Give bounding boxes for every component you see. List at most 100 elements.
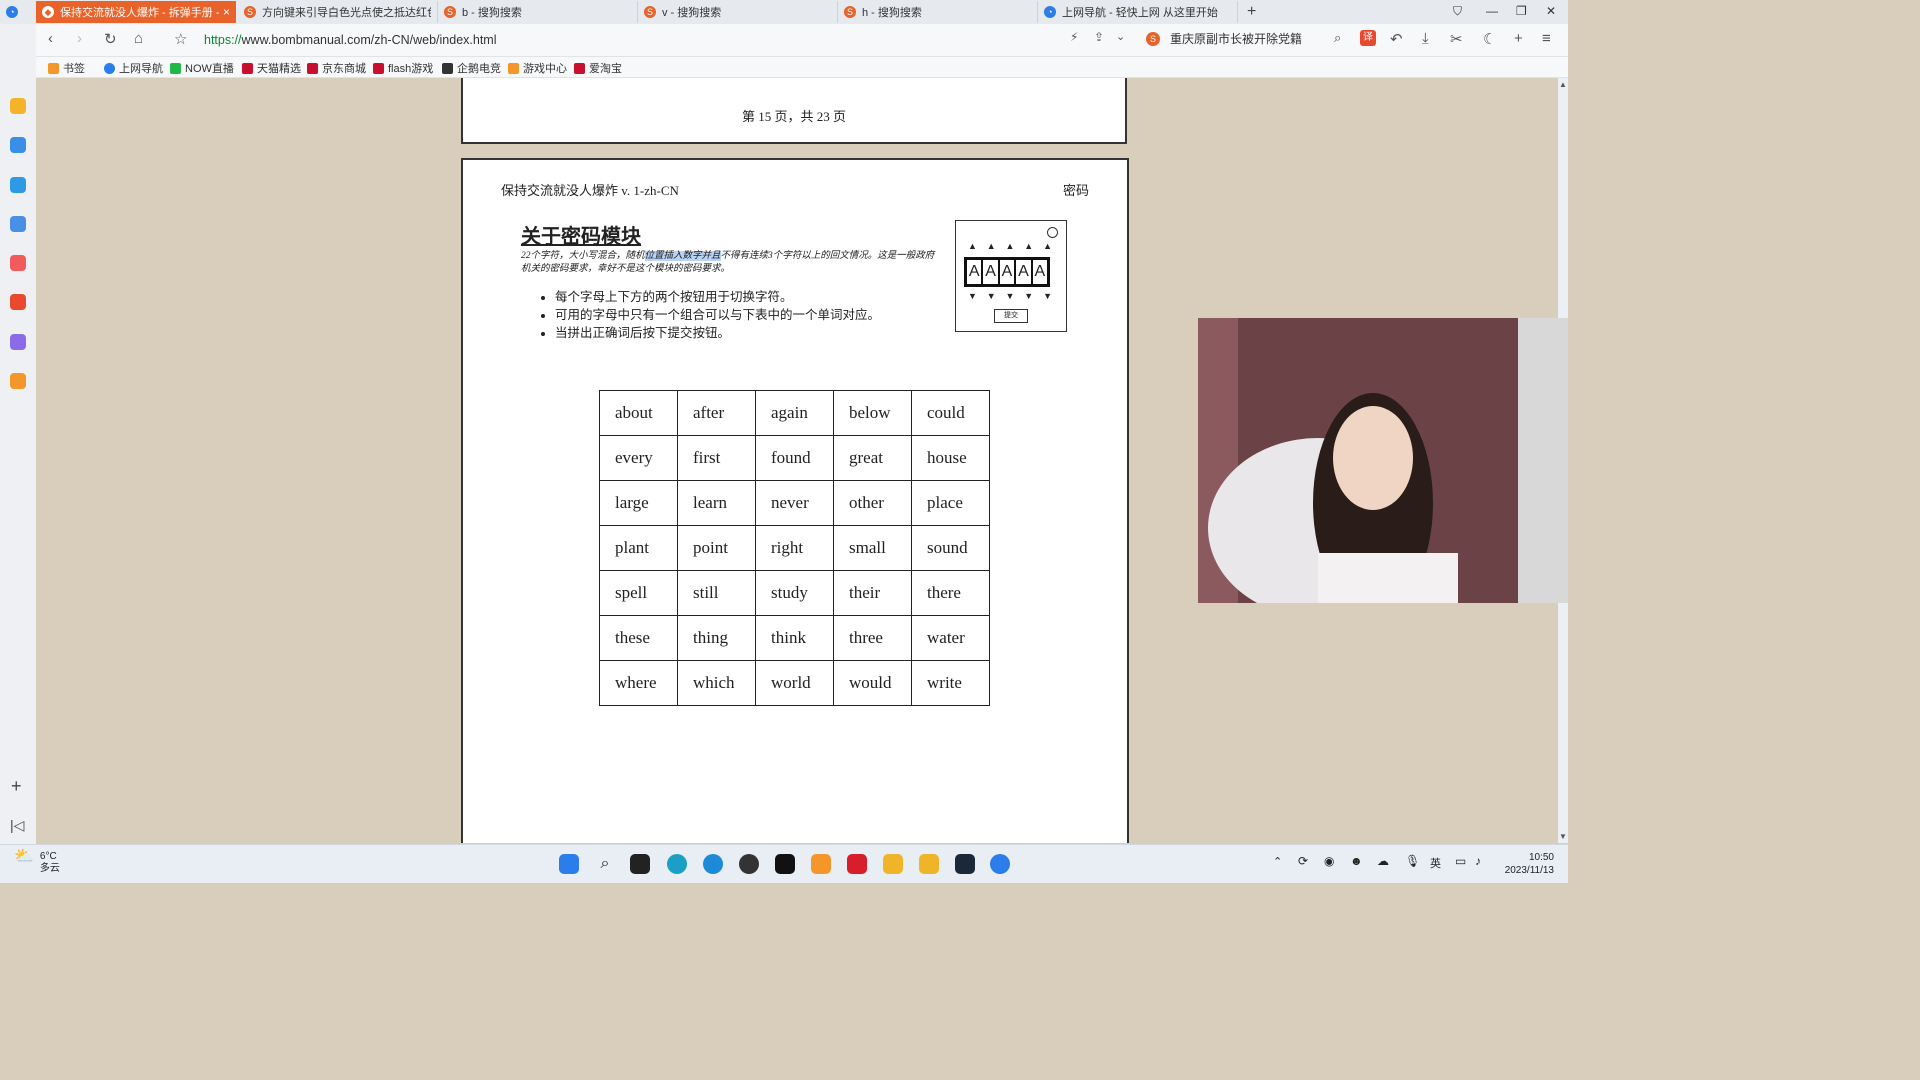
edge-browser-icon[interactable]	[703, 854, 723, 874]
steam-icon[interactable]	[955, 854, 975, 874]
word-cell: write	[911, 660, 990, 706]
history-clock-icon[interactable]	[10, 137, 26, 153]
flash-game-icon	[373, 62, 384, 74]
netease-music-icon[interactable]	[847, 854, 867, 874]
instruction-item: 当拼出正确词后按下提交按钮。	[555, 324, 880, 342]
navigation-bar: ‹ › ↻ ⌂ ☆ https://www.bombmanual.com/zh-…	[36, 24, 1568, 57]
home-icon[interactable]: ⌂	[134, 30, 143, 47]
bookmark-item[interactable]: 上网导航	[104, 60, 163, 76]
game-app-icon[interactable]	[883, 854, 903, 874]
steam-tray-icon[interactable]: ◉	[1324, 854, 1334, 868]
word-cell: point	[677, 525, 756, 571]
windows-start-icon[interactable]	[559, 854, 579, 874]
pdf-icon[interactable]	[10, 294, 26, 310]
browser-taskbar-icon[interactable]	[990, 854, 1010, 874]
night-mode-icon[interactable]: ☾	[1483, 30, 1496, 48]
weather-widget[interactable]: ⛅ 6°C 多云	[14, 849, 60, 875]
favorites-star-icon[interactable]	[10, 98, 26, 114]
bookmark-item[interactable]: flash游戏	[373, 60, 433, 76]
letter-slot: A	[1016, 260, 1033, 284]
word-cell: thing	[677, 615, 756, 661]
word-cell: their	[833, 570, 912, 616]
reload-icon[interactable]: ↻	[104, 30, 117, 48]
bookmark-item[interactable]: 京东商城	[307, 60, 366, 76]
word-cell: again	[755, 390, 834, 436]
letter-slot: A	[967, 260, 984, 284]
tools-icon[interactable]: ✂	[1450, 30, 1463, 48]
lightning-icon[interactable]: ⚡	[1070, 30, 1078, 44]
word-cell: could	[911, 390, 990, 436]
app-icon[interactable]	[739, 854, 759, 874]
game-tray-icon[interactable]: ☻	[1350, 854, 1363, 868]
bookmark-item[interactable]: 爱淘宝	[574, 60, 622, 76]
bookmark-item[interactable]: 天猫精选	[242, 60, 301, 76]
task-view-icon[interactable]	[630, 854, 650, 874]
cloud-icon[interactable]	[10, 216, 26, 232]
bookmark-item[interactable]: 书签	[48, 60, 85, 76]
menu-icon[interactable]: ≡	[1542, 30, 1551, 47]
search-tool-icon[interactable]	[10, 373, 26, 389]
undo-icon[interactable]: ↶	[1390, 30, 1403, 48]
tab-search-v[interactable]: S v - 搜狗搜索	[638, 1, 838, 23]
onedrive-icon[interactable]: ☁	[1377, 854, 1389, 868]
bookmark-star-icon[interactable]: ☆	[174, 30, 187, 48]
app-icon[interactable]	[811, 854, 831, 874]
tab-search-h[interactable]: S h - 搜狗搜索	[838, 1, 1038, 23]
scroll-up-icon[interactable]: ▲	[1559, 80, 1567, 89]
bookmark-item[interactable]: 游戏中心	[508, 60, 567, 76]
close-window-icon[interactable]: ✕	[1546, 4, 1556, 18]
scroll-down-icon[interactable]: ▼	[1559, 832, 1567, 841]
tab-bomb-manual[interactable]: ◆ 保持交流就没人爆炸 - 拆弹手册 - zh ×	[36, 1, 236, 23]
down-arrow-icon: ▼	[1024, 291, 1034, 301]
app-icon[interactable]	[667, 854, 687, 874]
game-app-icon[interactable]	[919, 854, 939, 874]
collapse-sidebar-icon[interactable]: |◁	[10, 817, 24, 834]
microphone-icon[interactable]: 🎙	[1405, 854, 1420, 868]
table-row: large learn never other place	[599, 480, 990, 526]
minimize-icon[interactable]: —	[1486, 4, 1498, 18]
network-icon[interactable]: ▭	[1455, 854, 1466, 868]
forward-icon[interactable]: ›	[77, 30, 82, 47]
tab-game[interactable]: S 方向键来引导白色光点使之抵达红色...	[238, 1, 438, 23]
extensions-plus-icon[interactable]: +	[1514, 30, 1523, 47]
navigation-favicon-icon: ◔	[1044, 6, 1056, 18]
tab-search-b[interactable]: S b - 搜狗搜索	[438, 1, 638, 23]
search-icon[interactable]: ⌕	[1334, 30, 1341, 46]
download-icon[interactable]: ⤓	[1422, 30, 1429, 47]
share-icon[interactable]: ⇪	[1094, 30, 1104, 44]
penguin-esports-icon	[442, 62, 453, 74]
volume-icon[interactable]: ♪	[1475, 854, 1481, 868]
sync-icon[interactable]: ⟳	[1298, 854, 1308, 868]
translate-toolbar-icon[interactable]: 译	[1360, 30, 1376, 46]
bookmark-item[interactable]: 企鹅电竞	[442, 60, 501, 76]
news-ticker[interactable]: S 重庆原副市长被开除党籍	[1146, 30, 1302, 47]
tab-navigation[interactable]: ◔ 上网导航 - 轻快上网 从这里开始	[1038, 1, 1238, 23]
word-cell: where	[599, 660, 678, 706]
search-icon[interactable]: ⌕	[595, 854, 615, 874]
notes-icon[interactable]	[10, 334, 26, 350]
maximize-icon[interactable]: ❐	[1516, 4, 1527, 18]
password-word-table: about after again below could every first found…	[599, 390, 990, 706]
back-icon[interactable]: ‹	[48, 30, 53, 47]
new-tab-icon[interactable]: +	[1247, 3, 1256, 21]
add-sidebar-icon[interactable]: +	[11, 776, 22, 797]
up-arrows: ▲ ▲ ▲ ▲ ▲	[968, 241, 1052, 251]
navigation-icon	[104, 62, 115, 74]
down-arrow-icon: ▼	[1005, 291, 1015, 301]
mail-icon[interactable]	[10, 255, 26, 271]
page-indicator: 第 15 页，共 23 页	[741, 109, 846, 124]
bookmark-item[interactable]: NOW直播	[170, 60, 234, 76]
star-icon	[48, 62, 59, 74]
chevron-up-icon[interactable]: ⌃	[1273, 855, 1282, 868]
tmall-icon	[242, 62, 253, 74]
address-bar[interactable]: https://www.bombmanual.com/zh-CN/web/ind…	[204, 33, 497, 47]
word-cell: about	[599, 390, 678, 436]
ime-indicator[interactable]: 英	[1430, 855, 1441, 871]
close-tab-icon[interactable]: ×	[223, 5, 230, 19]
chevron-down-icon[interactable]: ⌄	[1116, 30, 1125, 43]
translate-icon[interactable]	[10, 177, 26, 193]
bookmarks-bar: 书签 上网导航 NOW直播 天猫精选 京东商城 flash游戏 企鹅电竞 游戏中…	[36, 57, 1568, 78]
system-clock[interactable]: 10:50 2023/11/13	[1505, 851, 1554, 877]
tshirt-icon[interactable]: ⛉	[1453, 4, 1462, 19]
app-icon[interactable]	[775, 854, 795, 874]
